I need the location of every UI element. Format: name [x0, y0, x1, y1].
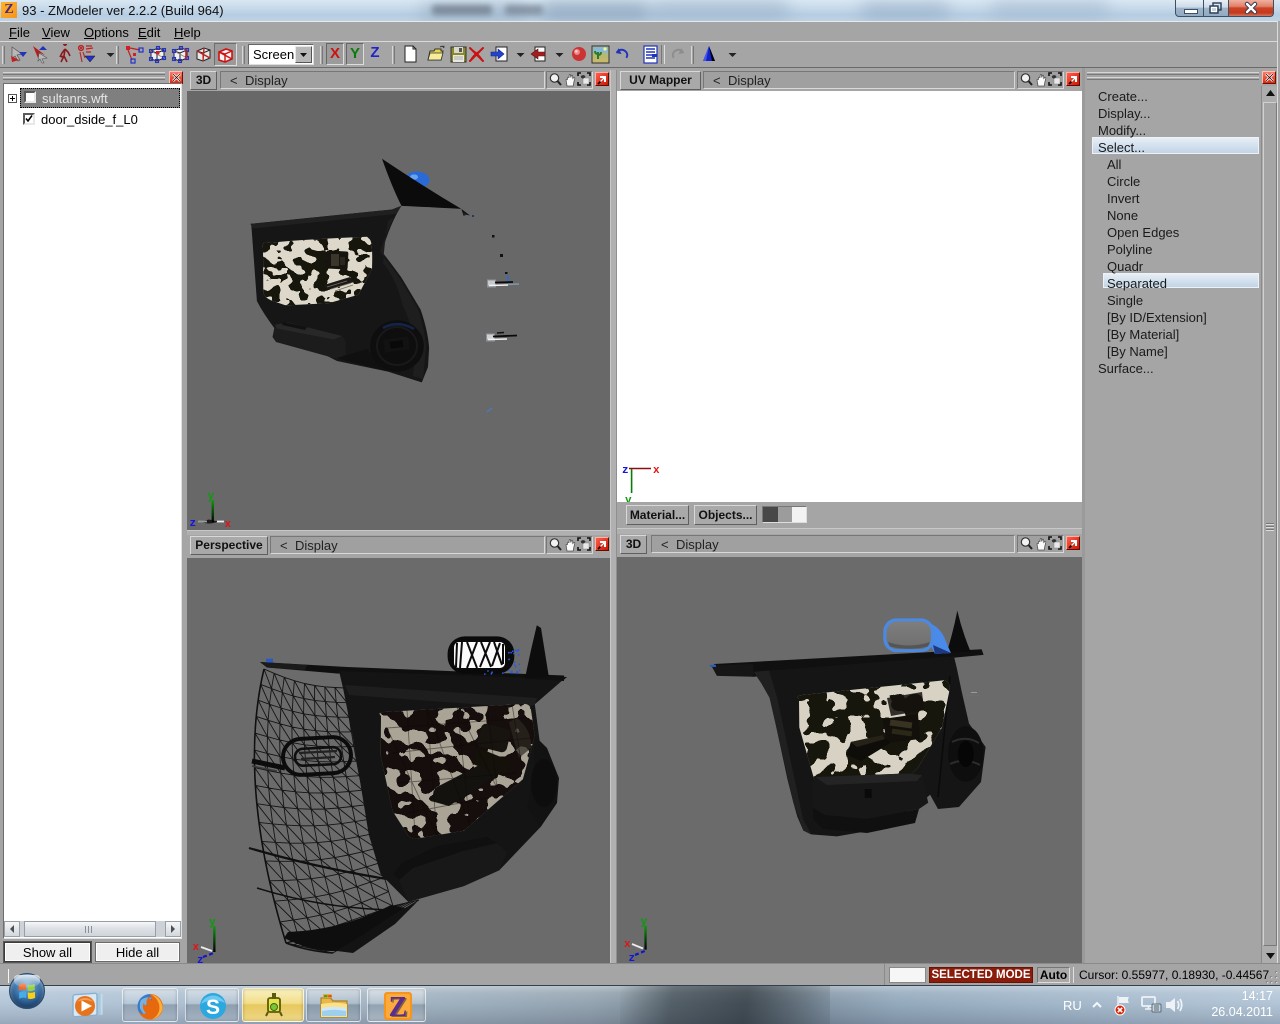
svg-text:z: z [197, 955, 204, 963]
svg-text:y: y [208, 491, 215, 503]
svg-text:z: z [190, 518, 197, 530]
svg-text:y: y [625, 495, 632, 502]
svg-text:z: z [622, 465, 629, 477]
svg-text:x: x [624, 939, 631, 951]
svg-text:x: x [225, 519, 232, 530]
svg-text:y: y [641, 917, 648, 929]
svg-text:Z: Z [389, 992, 408, 1022]
svg-text:x: x [653, 465, 660, 477]
svg-text:y: y [209, 917, 216, 929]
svg-text:S: S [206, 996, 220, 1019]
svg-text:x: x [193, 942, 200, 954]
svg-text:z: z [629, 953, 636, 963]
